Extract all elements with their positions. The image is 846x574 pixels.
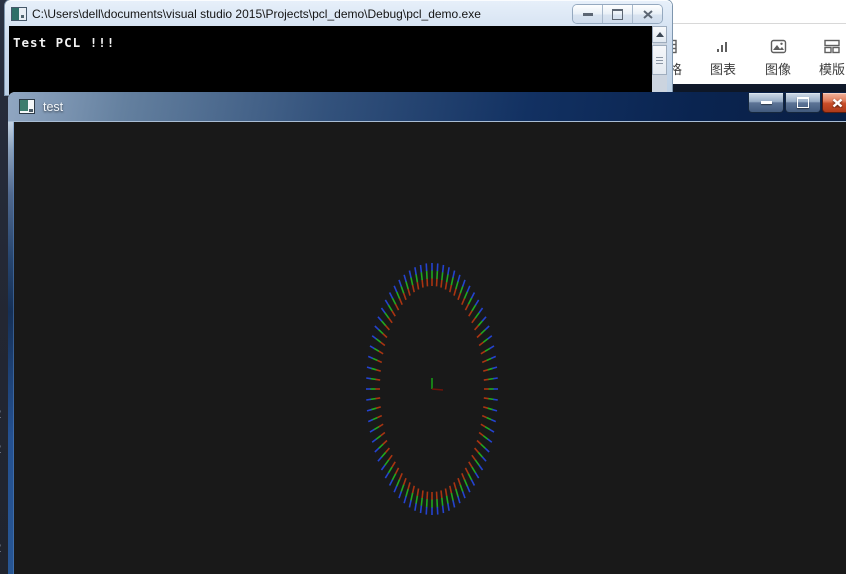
console-output-text: Test PCL !!! (13, 35, 116, 50)
console-window: C:\Users\dell\documents\visual studio 20… (5, 0, 672, 95)
background-line-number: 2 (0, 406, 1, 421)
scrollbar-up-button[interactable] (652, 26, 667, 43)
toolbar-item-label: 图像 (764, 62, 791, 77)
background-line-number: 2 (0, 441, 1, 456)
background-line-number: 2 (0, 540, 1, 555)
close-icon (832, 98, 842, 107)
bar-chart-icon (715, 36, 731, 56)
viewer-close-button[interactable] (822, 93, 846, 113)
console-app-icon (11, 7, 27, 21)
template-icon (824, 36, 840, 56)
toolbar-item-label: 图表 (709, 62, 736, 77)
toolbar-item-chart[interactable]: 图表 (700, 36, 746, 82)
point-cloud-canvas (366, 263, 498, 515)
maximize-icon (797, 97, 809, 108)
console-title: C:\Users\dell\documents\visual studio 20… (32, 7, 481, 21)
scrollbar-thumb[interactable] (652, 45, 667, 75)
toolbar-item-label: 模版 (818, 62, 845, 77)
viewer-maximize-button[interactable] (785, 93, 821, 113)
viewer-minimize-button[interactable] (748, 93, 784, 113)
minimize-icon (582, 12, 593, 16)
pcl-viewer-window: test (8, 92, 846, 574)
console-body: Test PCL !!! (5, 26, 672, 95)
console-minimize-button[interactable] (573, 5, 603, 23)
image-icon (770, 36, 787, 56)
arrow-up-icon (655, 32, 664, 37)
viewer-caption-buttons (748, 93, 846, 113)
viewer-app-icon (19, 99, 35, 114)
console-restore-button[interactable] (603, 5, 633, 23)
console-scrollbar[interactable] (652, 26, 667, 95)
close-icon (642, 9, 653, 19)
console-titlebar[interactable]: C:\Users\dell\documents\visual studio 20… (5, 0, 672, 26)
toolbar-item-template[interactable]: 模版 (809, 36, 846, 82)
viewer-title: test (43, 99, 64, 114)
console-close-button[interactable] (633, 5, 662, 23)
viewer-titlebar[interactable]: test (8, 92, 846, 122)
console-caption-buttons (573, 5, 662, 23)
minimize-icon (760, 101, 772, 104)
restore-icon (612, 8, 623, 20)
viewer-left-border (8, 122, 14, 574)
toolbar-item-image[interactable]: 图像 (755, 36, 801, 82)
viewer-render-viewport[interactable] (14, 122, 846, 574)
console-output-area: Test PCL !!! (9, 26, 652, 95)
